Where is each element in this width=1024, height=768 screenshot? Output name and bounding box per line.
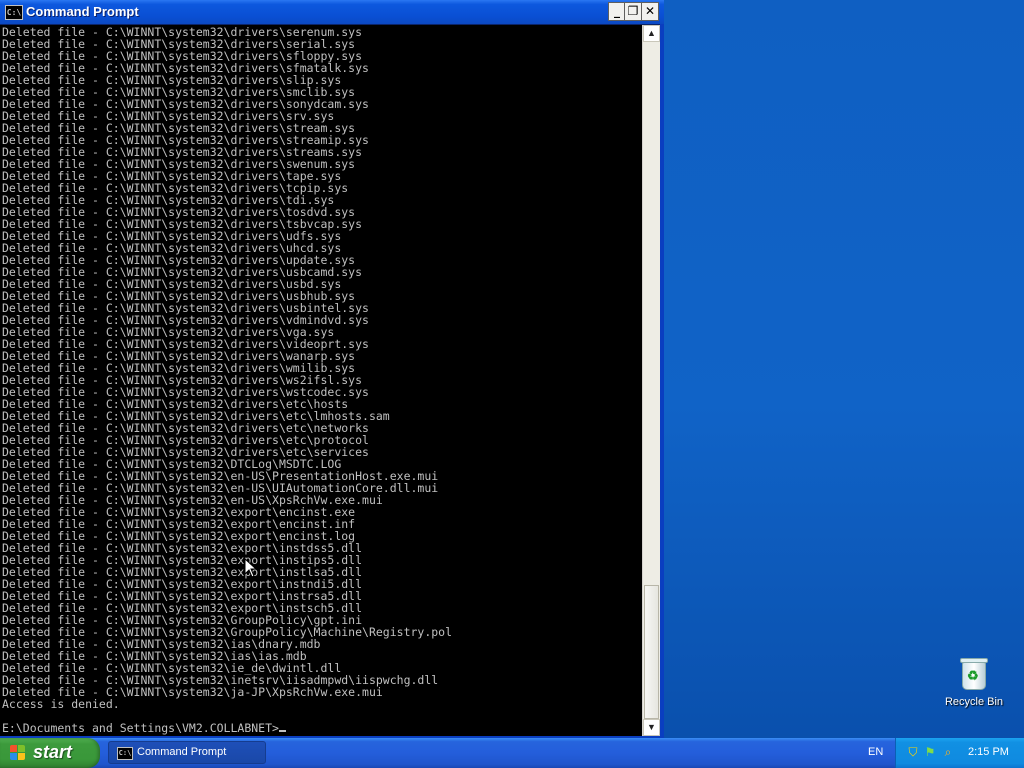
- text-cursor: [278, 730, 286, 732]
- scroll-up-button[interactable]: ▲: [643, 25, 660, 42]
- windows-flag-icon: [10, 745, 27, 761]
- window-title: Command Prompt: [26, 4, 139, 19]
- restore-button[interactable]: ❐: [624, 2, 642, 21]
- start-button[interactable]: start: [0, 738, 100, 768]
- language-indicator[interactable]: EN: [868, 746, 883, 758]
- clock[interactable]: 2:15 PM: [968, 746, 1009, 758]
- system-tray: ⛉ ⚑ ⌕ 2:15 PM: [895, 738, 1024, 768]
- recycle-bin-label[interactable]: Recycle Bin: [940, 696, 1008, 708]
- title-bar[interactable]: C:\ Command Prompt _ ❐ ✕: [0, 0, 664, 24]
- network-icon[interactable]: ⚑: [923, 745, 937, 759]
- recycle-bin-icon[interactable]: ♻: [958, 656, 990, 690]
- search-icon[interactable]: ⌕: [941, 745, 955, 759]
- close-button[interactable]: ✕: [641, 2, 659, 21]
- scroll-down-button[interactable]: ▼: [643, 719, 660, 736]
- window-border-right[interactable]: [660, 24, 664, 738]
- recycle-symbol-icon: ♻: [967, 668, 979, 683]
- console-text: Deleted file - C:\WINNT\system32\drivers…: [0, 25, 642, 734]
- security-shield-icon[interactable]: ⛉: [906, 745, 920, 759]
- command-prompt-line[interactable]: E:\Documents and Settings\VM2.COLLABNET>: [2, 721, 279, 735]
- console-output[interactable]: Deleted file - C:\WINNT\system32\drivers…: [0, 25, 642, 736]
- recycle-bin-shortcut[interactable]: ♻ Recycle Bin: [940, 656, 1008, 708]
- taskbar: start C:\ Command Prompt EN ⛉ ⚑ ⌕ 2:15 P…: [0, 738, 1024, 768]
- start-label: start: [33, 742, 73, 762]
- taskbar-button-label: Command Prompt: [137, 746, 227, 758]
- console-app-icon[interactable]: C:\: [5, 5, 23, 20]
- command-prompt-window[interactable]: C:\ Command Prompt _ ❐ ✕ Deleted file - …: [0, 0, 664, 738]
- taskbar-button-command-prompt[interactable]: C:\ Command Prompt: [108, 741, 266, 764]
- scroll-thumb[interactable]: [644, 585, 659, 719]
- vertical-scrollbar[interactable]: ▲ ▼: [642, 25, 660, 736]
- console-app-icon: C:\: [117, 747, 133, 760]
- console-line: Access is denied.: [2, 697, 120, 711]
